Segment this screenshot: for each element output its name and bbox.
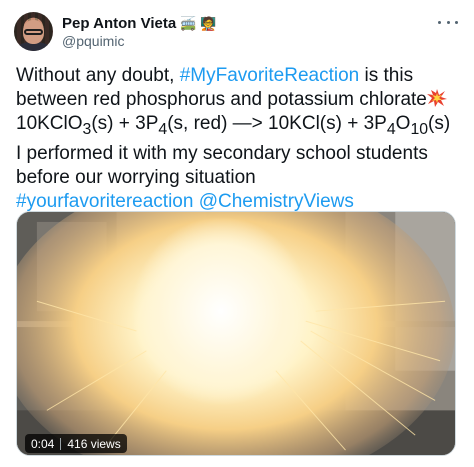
tweet-line: Without any doubt, #MyFavoriteReaction i… (16, 64, 464, 88)
tweet-text-segment: Without any doubt, (16, 65, 180, 86)
equation-subscript: 4 (386, 120, 396, 138)
name-emoji-teacher: 🧑‍🏫 (200, 15, 217, 31)
more-dot (446, 20, 450, 24)
equation-segment: O (395, 113, 411, 134)
video-time-badge: 0:04 416 views (25, 434, 127, 453)
video-frame (17, 212, 455, 455)
hashtag-yourfavoritereaction[interactable]: #yourfavoritereaction (16, 191, 193, 212)
author-name[interactable]: Pep Anton Vieta (62, 15, 176, 32)
equation-segment: (s) (428, 113, 451, 134)
equation-segment: 10KClO (16, 113, 83, 134)
mention-chemistryviews[interactable]: @ChemistryViews (199, 191, 354, 212)
tweet-text: Without any doubt, #MyFavoriteReaction i… (16, 64, 464, 214)
chemical-equation: 10KClO3(s) + 3P4(s, red) —> 10KCl(s) + 3… (16, 112, 464, 142)
equation-segment: (s, red) —> 10KCl(s) + 3P (167, 113, 387, 134)
tweet-text-segment: is this (359, 65, 414, 86)
name-emoji-bus: 🚎 (180, 15, 197, 31)
tweet-card: Pep Anton Vieta 🚎 🧑‍🏫 @pquimic Without a… (0, 0, 474, 467)
equation-segment: (s) + 3P (91, 113, 159, 134)
author-handle[interactable]: @pquimic (62, 33, 124, 49)
more-dot (438, 20, 441, 24)
more-dot (455, 20, 458, 24)
video-views: 416 views (67, 436, 121, 451)
video-player[interactable]: 0:04 416 views (16, 211, 456, 456)
video-elapsed: 0:04 (31, 436, 55, 451)
tweet-line: I performed it with my secondary school … (16, 142, 428, 164)
author-name-row[interactable]: Pep Anton Vieta 🚎 🧑‍🏫 (62, 14, 217, 32)
equation-subscript: 10 (410, 120, 429, 138)
collision-icon (426, 89, 447, 107)
tweet-text-segment: between red phosphorus and potassium chl… (16, 89, 427, 110)
tweet-line: before our worrying situation (16, 166, 256, 188)
avatar-glasses (24, 29, 43, 35)
more-options-icon[interactable] (438, 14, 458, 30)
badge-divider (60, 437, 62, 450)
hashtag-myfavoritereaction[interactable]: #MyFavoriteReaction (180, 65, 360, 86)
tweet-line: between red phosphorus and potassium chl… (16, 88, 464, 112)
avatar[interactable] (14, 12, 53, 51)
equation-subscript: 4 (158, 120, 168, 138)
